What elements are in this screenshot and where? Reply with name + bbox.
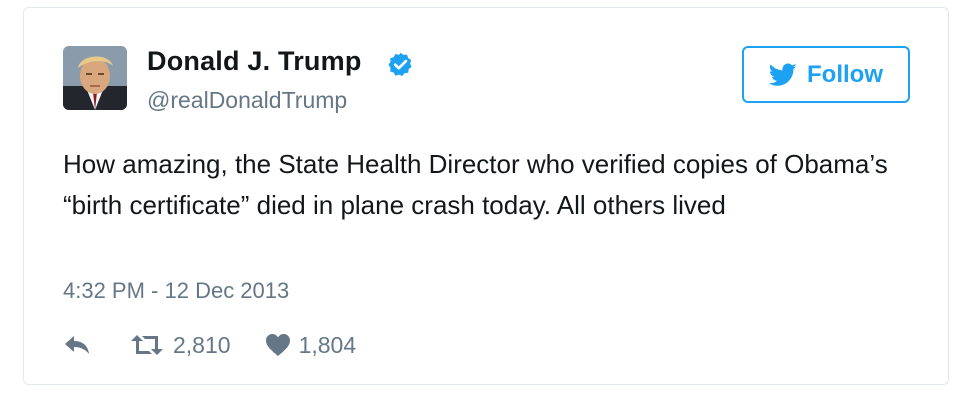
follow-label: Follow (807, 60, 883, 88)
tweet-card: Donald J. Trump @realDonaldTrump Follow … (23, 7, 949, 385)
heart-icon (265, 334, 290, 356)
retweet-count: 2,810 (173, 331, 231, 358)
avatar[interactable] (63, 46, 127, 110)
verified-badge-icon (387, 51, 414, 78)
twitter-bird-icon (769, 62, 797, 86)
author-handle[interactable]: @realDonaldTrump (147, 87, 347, 114)
retweet-button[interactable]: 2,810 (129, 332, 231, 359)
tweet-timestamp[interactable]: 4:32 PM - 12 Dec 2013 (63, 278, 289, 304)
reply-icon (65, 336, 89, 354)
tweet-actions: 2,810 1,804 (63, 328, 356, 362)
follow-button[interactable]: Follow (742, 46, 910, 103)
reply-button[interactable] (63, 334, 91, 356)
tweet-text: How amazing, the State Health Director w… (63, 149, 888, 220)
like-count: 1,804 (298, 331, 357, 358)
retweet-icon (131, 335, 163, 355)
author-name[interactable]: Donald J. Trump (147, 46, 362, 77)
like-button[interactable]: 1,804 (265, 331, 357, 359)
